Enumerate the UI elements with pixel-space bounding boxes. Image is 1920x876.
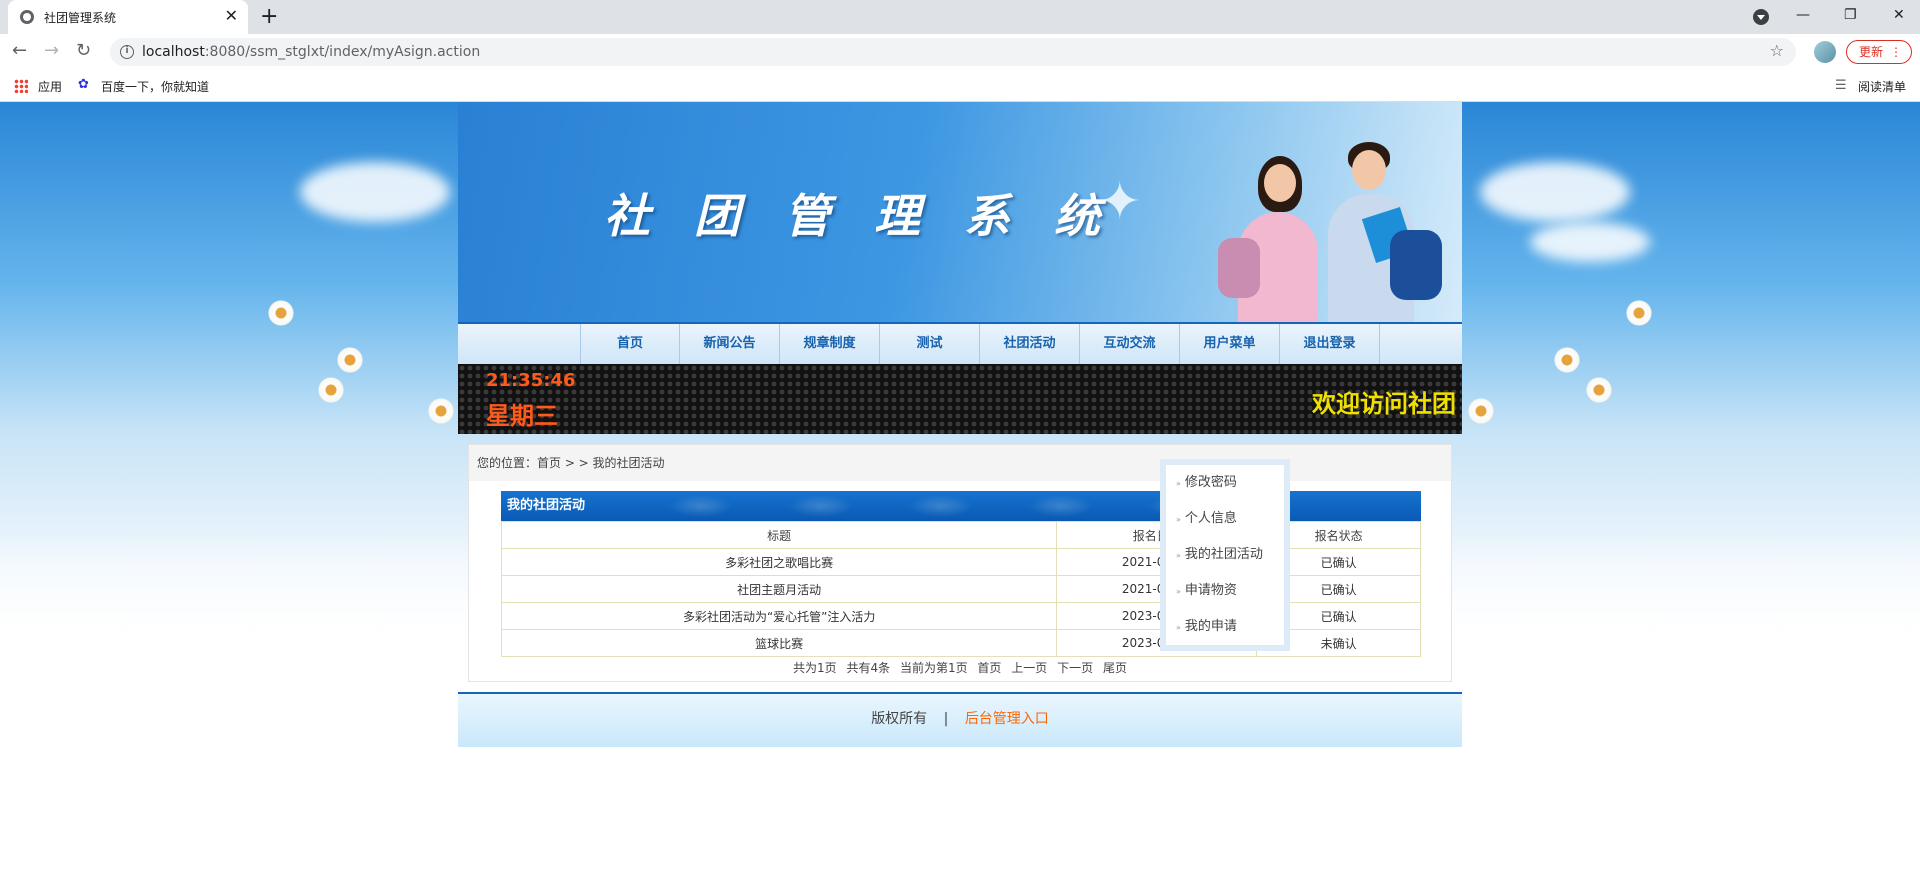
- bookmark-baidu[interactable]: 百度一下，你就知道: [101, 78, 209, 95]
- led-ticker: 21:35:46 星期三 欢迎访问社团: [458, 364, 1462, 434]
- bullet-arrow-icon: »: [1176, 479, 1181, 488]
- tab-search-icon[interactable]: [1753, 9, 1769, 25]
- pager-total-pages: 共为1页: [793, 661, 837, 675]
- globe-icon: [20, 10, 34, 24]
- daffodil: [1626, 300, 1652, 326]
- user-menu-dropdown: » 修改密码 » 个人信息 » 我的社团活动 » 申请物资 » 我的申请: [1160, 459, 1290, 651]
- menu-label: 修改密码: [1184, 475, 1237, 490]
- cell-title: 多彩社团活动为“爱心托管”注入活力: [500, 602, 1058, 630]
- site-title: 社团管理系统: [604, 189, 1144, 243]
- bullet-arrow-icon: »: [1176, 623, 1181, 632]
- clock-time: 21:35:46: [486, 370, 576, 391]
- cell-title: 多彩社团之歌唱比赛: [500, 548, 1058, 576]
- students-illustration: [1218, 142, 1448, 322]
- nav-activities[interactable]: 社团活动: [980, 324, 1080, 364]
- menu-label: 个人信息: [1184, 511, 1237, 526]
- apps-icon[interactable]: [14, 79, 28, 93]
- address-bar[interactable]: i localhost:8080/ssm_stglxt/index/myAsig…: [110, 38, 1796, 66]
- menu-label: 申请物资: [1184, 583, 1237, 598]
- url-text: localhost:8080/ssm_stglxt/index/myAsign.…: [142, 44, 480, 60]
- menu-label: 我的申请: [1184, 619, 1237, 634]
- update-button[interactable]: 更新 ⋮: [1846, 40, 1912, 64]
- url-host: localhost: [142, 44, 205, 60]
- daffodil: [1468, 398, 1494, 424]
- daffodil: [1554, 347, 1580, 373]
- browser-toolbar: ← → ↻ i localhost:8080/ssm_stglxt/index/…: [0, 34, 1920, 70]
- nav-logout[interactable]: 退出登录: [1280, 324, 1380, 364]
- menu-label: 我的社团活动: [1184, 547, 1263, 562]
- nav-news[interactable]: 新闻公告: [680, 324, 780, 364]
- bookmark-apps[interactable]: 应用: [38, 78, 62, 95]
- info-icon[interactable]: i: [120, 45, 134, 59]
- breadcrumb: 您的位置：首页 > > 我的社团活动: [469, 445, 1451, 481]
- pager-total-items: 共有4条: [846, 661, 891, 675]
- admin-entry-link[interactable]: 后台管理入口: [965, 711, 1049, 727]
- tab-title: 社团管理系统: [44, 11, 117, 25]
- menu-my-activities[interactable]: » 我的社团活动: [1166, 537, 1284, 573]
- nav-rules[interactable]: 规章制度: [780, 324, 880, 364]
- more-icon: ⋮: [1890, 45, 1902, 59]
- bullet-arrow-icon: »: [1176, 515, 1181, 524]
- site-footer: 版权所有 | 后台管理入口: [458, 692, 1462, 747]
- bullet-arrow-icon: »: [1176, 551, 1181, 560]
- sparkle-icon: ✦: [1098, 172, 1142, 232]
- cloud: [1530, 222, 1650, 262]
- daffodil: [318, 377, 344, 403]
- pager-first[interactable]: 首页: [977, 661, 1001, 675]
- main-content: 您的位置：首页 > > 我的社团活动 我的社团活动 标题 报名日期 报名状态 多…: [468, 444, 1452, 682]
- main-nav: 首页 新闻公告 规章制度 测试 社团活动 互动交流 用户菜单 退出登录: [458, 322, 1462, 364]
- col-title: 标题: [500, 521, 1058, 549]
- copyright: 版权所有: [871, 711, 928, 727]
- reading-list[interactable]: 阅读清单: [1858, 78, 1906, 95]
- cloud: [1480, 162, 1630, 222]
- daffodil: [337, 347, 363, 373]
- restore-icon[interactable]: ❐: [1844, 4, 1857, 26]
- bookmarks-bar: 应用 ✿ 百度一下，你就知道 ☰ 阅读清单: [0, 70, 1920, 102]
- pager-current: 当前为第1页: [899, 661, 968, 675]
- update-label: 更新: [1859, 45, 1884, 59]
- cell-title: 社团主题月活动: [500, 575, 1058, 603]
- browser-tab-strip: 社团管理系统 ✕ + — ❐ ✕: [0, 0, 1920, 34]
- menu-request-supplies[interactable]: » 申请物资: [1166, 573, 1284, 609]
- nav-user-menu[interactable]: 用户菜单: [1180, 324, 1280, 364]
- menu-change-password[interactable]: » 修改密码: [1166, 465, 1284, 501]
- page-background: 社团管理系统 ✦ 首页 新闻公告 规章制度 测试 社团活动 互动交流 用户菜单: [0, 102, 1920, 876]
- nav-test[interactable]: 测试: [880, 324, 980, 364]
- minimize-icon[interactable]: —: [1796, 4, 1810, 26]
- browser-tab[interactable]: 社团管理系统 ✕: [8, 0, 248, 34]
- back-icon[interactable]: ←: [12, 40, 27, 62]
- forward-icon[interactable]: →: [44, 40, 59, 62]
- daffodil: [1586, 377, 1612, 403]
- baidu-paw-icon: ✿: [78, 77, 89, 92]
- welcome-marquee: 欢迎访问社团: [1312, 390, 1456, 418]
- daffodil: [268, 300, 294, 326]
- profile-avatar[interactable]: [1814, 41, 1836, 63]
- pagination: 共为1页 共有4条 当前为第1页 首页 上一页 下一页 尾页: [469, 659, 1451, 676]
- close-tab-icon[interactable]: ✕: [225, 6, 238, 26]
- menu-my-requests[interactable]: » 我的申请: [1166, 609, 1284, 645]
- site-container: 社团管理系统 ✦ 首页 新闻公告 规章制度 测试 社团活动 互动交流 用户菜单: [458, 102, 1462, 747]
- clock-weekday: 星期三: [486, 402, 558, 430]
- url-path: :8080/ssm_stglxt/index/myAsign.action: [204, 44, 481, 60]
- nav-home[interactable]: 首页: [580, 324, 680, 364]
- bullet-arrow-icon: »: [1176, 587, 1181, 596]
- bookmark-star-icon[interactable]: ☆: [1770, 41, 1784, 60]
- close-window-icon[interactable]: ✕: [1893, 4, 1905, 26]
- cell-title: 篮球比赛: [500, 629, 1058, 657]
- daffodil: [428, 398, 454, 424]
- reading-list-icon[interactable]: ☰: [1835, 78, 1847, 93]
- new-tab-icon[interactable]: +: [260, 4, 278, 30]
- nav-interaction[interactable]: 互动交流: [1080, 324, 1180, 364]
- reload-icon[interactable]: ↻: [76, 40, 91, 62]
- pager-last[interactable]: 尾页: [1103, 661, 1127, 675]
- menu-profile[interactable]: » 个人信息: [1166, 501, 1284, 537]
- footer-separator: |: [943, 711, 949, 727]
- pager-next[interactable]: 下一页: [1057, 661, 1093, 675]
- site-banner: 社团管理系统 ✦: [458, 102, 1462, 322]
- pager-prev[interactable]: 上一页: [1011, 661, 1047, 675]
- cloud: [300, 162, 450, 222]
